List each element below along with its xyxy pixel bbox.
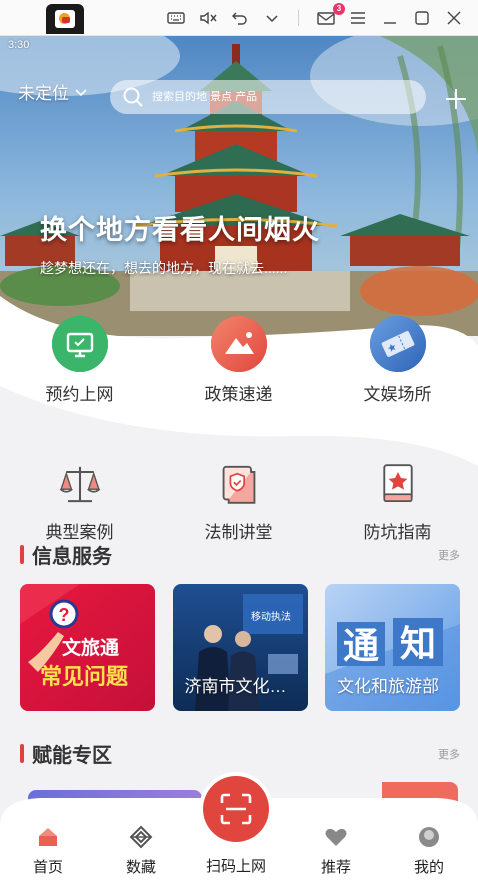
heart-icon: [325, 828, 347, 846]
quick-label: 预约上网: [45, 385, 114, 404]
scan-icon: [220, 793, 252, 825]
toolbar-divider: [298, 10, 299, 26]
chevron-down-icon: [75, 88, 87, 96]
minimize-icon[interactable]: [380, 8, 400, 28]
card-caption: 济南市文化和旅游局: [184, 677, 300, 696]
quick-access-row-2: 典型案例 法制讲堂 防坑指南: [0, 456, 478, 543]
nav-label: 推荐: [320, 859, 351, 876]
shield-book-icon: [211, 456, 267, 512]
quick-item-anti-scam[interactable]: 防坑指南: [318, 456, 477, 543]
menu-icon[interactable]: [348, 8, 368, 28]
search-icon: [123, 87, 143, 107]
quick-label: 政策速递: [204, 385, 273, 404]
quick-item-law-class[interactable]: 法制讲堂: [159, 456, 318, 543]
profile-icon: [419, 827, 439, 847]
nav-label: 数藏: [125, 859, 156, 876]
more-link[interactable]: 更多: [438, 746, 460, 762]
chevron-down-icon[interactable]: [262, 8, 282, 28]
section-title: 信息服务: [32, 546, 112, 568]
jinan-poster-text: 移动执法: [251, 610, 291, 623]
computer-icon: [51, 316, 108, 372]
app-logo-icon: [55, 10, 75, 28]
notice-poster-char1: 通: [343, 626, 379, 667]
nav-recommend[interactable]: 推荐: [296, 824, 376, 877]
nav-label: 首页: [32, 859, 63, 876]
more-link[interactable]: 更多: [438, 547, 460, 563]
phone-screen: 3:30 未定位 换个地方看看人间烟火 趁梦想还在，想去的地方，现在就去....…: [0, 36, 478, 880]
mail-count-badge: 3: [333, 3, 345, 15]
location-label: 未定位: [18, 84, 69, 103]
enable-section-header: 赋能专区 更多: [20, 739, 460, 768]
section-accent-bar: [20, 545, 24, 564]
collection-icon: [129, 825, 153, 849]
keyboard-icon[interactable]: [166, 8, 186, 28]
faq-poster-image: ? 文旅通 常见问题: [20, 584, 155, 711]
info-card-notice[interactable]: 通 知 文化和旅游部: [325, 584, 460, 711]
undo-icon[interactable]: [230, 8, 250, 28]
section-accent-bar: [20, 744, 24, 763]
plus-icon[interactable]: [444, 87, 468, 111]
scan-label: 扫码上网: [205, 858, 266, 875]
emulator-toolbar: 3: [0, 0, 478, 36]
home-icon: [39, 828, 57, 846]
search-bar[interactable]: [110, 80, 426, 114]
star-book-icon: [370, 456, 426, 512]
location-selector[interactable]: 未定位: [18, 79, 89, 104]
info-cards: ? 文旅通 常见问题 移动执法 济南市文化和旅游局: [20, 584, 460, 711]
section-title: 赋能专区: [32, 745, 112, 767]
nav-mine[interactable]: 我的: [389, 824, 469, 877]
status-time: 3:30: [8, 39, 30, 51]
notice-poster-char2: 知: [400, 624, 436, 665]
close-icon[interactable]: [444, 8, 464, 28]
nav-collect[interactable]: 数藏: [101, 824, 181, 877]
mute-icon[interactable]: [198, 8, 218, 28]
info-card-faq[interactable]: ? 文旅通 常见问题: [20, 584, 155, 711]
svg-text:?: ?: [59, 605, 70, 625]
scales-icon: [52, 456, 108, 512]
info-section-header: 信息服务 更多: [20, 540, 460, 569]
quick-item-venues[interactable]: 文娱场所: [318, 316, 477, 405]
nav-home[interactable]: 首页: [8, 824, 88, 877]
ticket-icon: [369, 316, 426, 372]
maximize-icon[interactable]: [412, 8, 432, 28]
quick-item-book-internet[interactable]: 预约上网: [0, 316, 159, 405]
faq-poster-line1: 文旅通: [62, 636, 120, 659]
scan-button[interactable]: [203, 776, 269, 842]
hero-title: 换个地方看看人间烟火: [40, 215, 320, 245]
mountain-icon: [210, 316, 267, 372]
search-input[interactable]: [152, 91, 392, 103]
app-tab[interactable]: [46, 4, 84, 34]
quick-item-policy[interactable]: 政策速递: [159, 316, 318, 405]
info-card-jinan[interactable]: 移动执法 济南市文化和旅游局: [172, 584, 308, 711]
quick-access-row-1: 预约上网 政策速递 文娱场所: [0, 316, 478, 405]
quick-label: 文娱场所: [363, 385, 432, 404]
faq-poster-line2: 常见问题: [40, 664, 129, 690]
card-caption: 文化和旅游部: [337, 677, 439, 696]
quick-item-cases[interactable]: 典型案例: [0, 456, 159, 543]
nav-label: 我的: [413, 859, 444, 876]
